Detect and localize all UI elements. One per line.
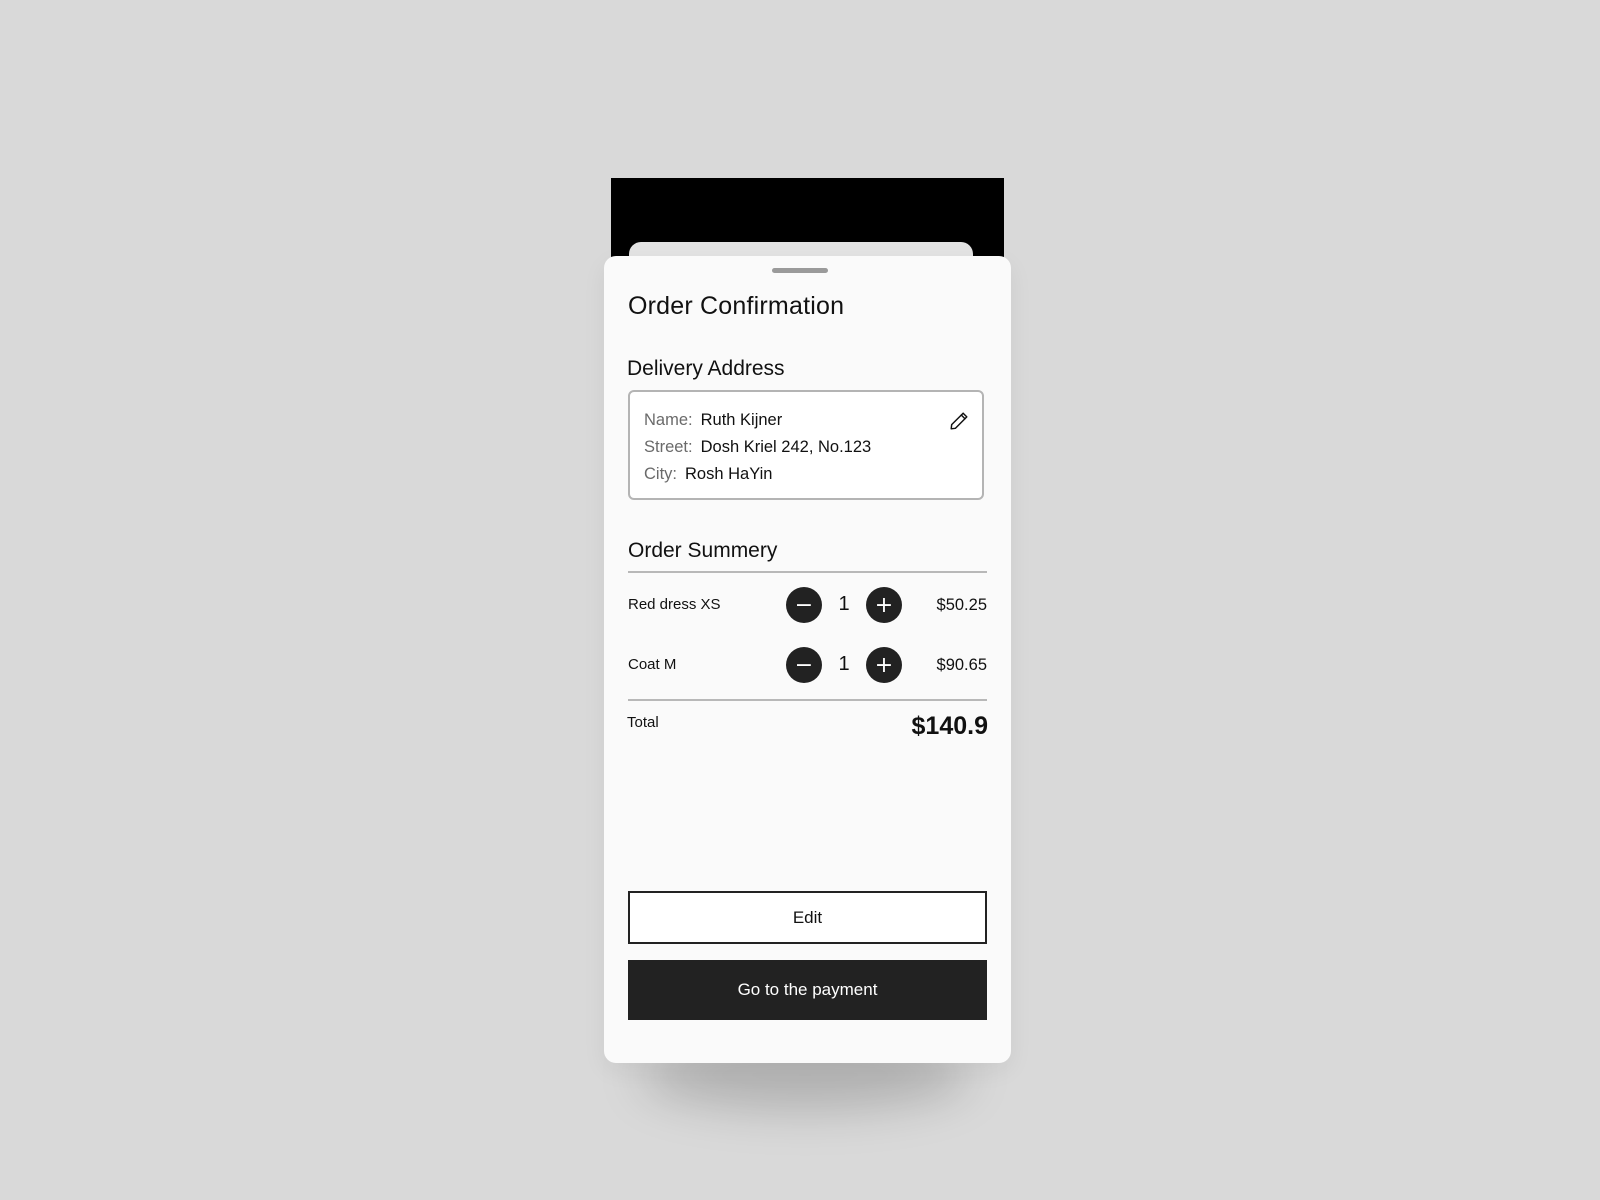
decrease-quantity-button[interactable]: − — [786, 587, 822, 623]
go-to-payment-button[interactable]: Go to the payment — [628, 960, 987, 1020]
pencil-icon[interactable] — [948, 410, 970, 432]
item-name: Coat M — [628, 656, 677, 673]
item-quantity: 1 — [838, 653, 850, 675]
name-label: Name: — [644, 411, 693, 429]
page-title: Order Confirmation — [628, 292, 845, 320]
increase-quantity-button[interactable]: + — [866, 587, 902, 623]
total-label: Total — [627, 714, 659, 731]
address-name-row: Name: Ruth Kijner — [644, 411, 782, 430]
summary-divider-top — [628, 571, 987, 573]
edit-button[interactable]: Edit — [628, 891, 987, 944]
order-item-row: Coat M − 1 + $90.65 — [628, 647, 987, 685]
decrease-quantity-button[interactable]: − — [786, 647, 822, 683]
order-item-row: Red dress XS − 1 + $50.25 — [628, 587, 987, 625]
street-value: Dosh Kriel 242, No.123 — [700, 438, 872, 456]
address-city-row: City: Rosh HaYin — [644, 465, 772, 484]
delivery-address-heading: Delivery Address — [627, 357, 785, 380]
item-name: Red dress XS — [628, 596, 721, 613]
drag-handle[interactable] — [772, 268, 828, 273]
city-value: Rosh HaYin — [685, 465, 773, 483]
item-price: $50.25 — [936, 596, 987, 614]
total-value: $140.9 — [911, 712, 988, 740]
order-summary-heading: Order Summery — [628, 539, 778, 562]
summary-divider-bottom — [628, 699, 987, 701]
name-value: Ruth Kijner — [700, 411, 783, 429]
street-label: Street: — [644, 438, 693, 456]
increase-quantity-button[interactable]: + — [866, 647, 902, 683]
item-quantity: 1 — [838, 593, 850, 615]
city-label: City: — [644, 465, 677, 483]
delivery-address-card: Name: Ruth Kijner Street: Dosh Kriel 242, … — [628, 390, 984, 500]
item-price: $90.65 — [936, 656, 987, 674]
order-confirmation-sheet: Order Confirmation Delivery Address Name… — [604, 256, 1011, 1063]
address-street-row: Street: Dosh Kriel 242, No.123 — [644, 438, 871, 457]
